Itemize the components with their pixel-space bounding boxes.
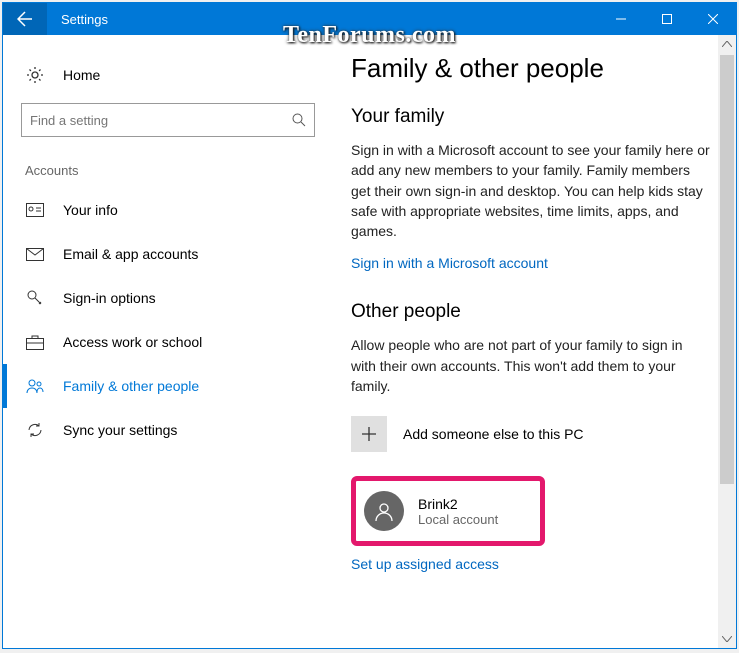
user-name: Brink2: [418, 496, 498, 512]
other-text: Allow people who are not part of your fa…: [351, 335, 711, 396]
family-text: Sign in with a Microsoft account to see …: [351, 140, 711, 241]
back-arrow-icon: [17, 11, 33, 27]
search-icon: [292, 113, 306, 127]
mail-icon: [25, 244, 45, 264]
sidebar: Home Accounts Your info Email & app acco…: [3, 35, 333, 648]
user-type: Local account: [418, 512, 498, 527]
nav-sync-settings[interactable]: Sync your settings: [3, 408, 333, 452]
add-label: Add someone else to this PC: [403, 426, 584, 442]
user-entry[interactable]: Brink2 Local account: [362, 485, 516, 537]
back-button[interactable]: [3, 3, 47, 35]
search-input[interactable]: [21, 103, 315, 137]
sync-icon: [25, 420, 45, 440]
nav-email-accounts[interactable]: Email & app accounts: [3, 232, 333, 276]
family-heading: Your family: [351, 106, 716, 128]
search-field[interactable]: [30, 113, 292, 128]
nav-signin-options[interactable]: Sign-in options: [3, 276, 333, 320]
scroll-thumb[interactable]: [720, 55, 734, 484]
id-card-icon: [25, 200, 45, 220]
plus-icon: [361, 426, 377, 442]
window-title: Settings: [61, 12, 108, 27]
titlebar: Settings: [3, 3, 736, 35]
home-link[interactable]: Home: [3, 53, 333, 97]
minimize-icon: [616, 14, 626, 24]
maximize-icon: [662, 14, 672, 24]
signin-link[interactable]: Sign in with a Microsoft account: [351, 255, 548, 271]
gear-icon: [25, 65, 45, 85]
nav-access-work[interactable]: Access work or school: [3, 320, 333, 364]
people-icon: [25, 376, 45, 396]
plus-button[interactable]: [351, 416, 387, 452]
nav-label: Sync your settings: [63, 422, 177, 438]
nav-label: Your info: [63, 202, 118, 218]
maximize-button[interactable]: [644, 3, 690, 35]
page-title: Family & other people: [351, 53, 716, 84]
content-pane: Family & other people Your family Sign i…: [333, 35, 736, 648]
scrollbar[interactable]: [718, 35, 736, 648]
nav-your-info[interactable]: Your info: [3, 188, 333, 232]
add-someone-button[interactable]: Add someone else to this PC: [351, 410, 716, 458]
group-label: Accounts: [3, 155, 333, 188]
nav-label: Family & other people: [63, 378, 199, 394]
highlighted-user: Brink2 Local account: [351, 476, 545, 546]
scroll-up-icon[interactable]: [718, 35, 736, 53]
close-button[interactable]: [690, 3, 736, 35]
avatar: [364, 491, 404, 531]
scroll-down-icon[interactable]: [718, 630, 736, 648]
nav-family-other[interactable]: Family & other people: [3, 364, 333, 408]
minimize-button[interactable]: [598, 3, 644, 35]
briefcase-icon: [25, 332, 45, 352]
nav-label: Access work or school: [63, 334, 202, 350]
other-heading: Other people: [351, 301, 716, 323]
close-icon: [708, 14, 718, 24]
nav-label: Email & app accounts: [63, 246, 198, 262]
key-icon: [25, 288, 45, 308]
person-icon: [373, 500, 395, 522]
nav-label: Sign-in options: [63, 290, 156, 306]
assigned-access-link[interactable]: Set up assigned access: [351, 556, 499, 572]
home-label: Home: [63, 67, 100, 83]
